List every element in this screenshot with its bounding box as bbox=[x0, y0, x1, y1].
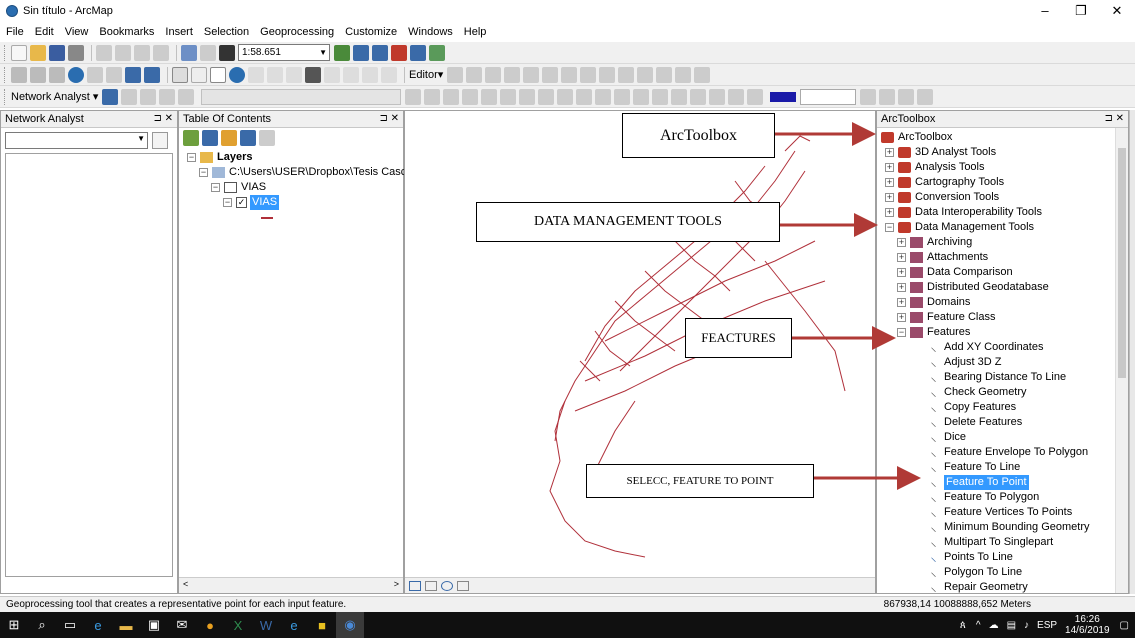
word-icon[interactable]: W bbox=[252, 612, 280, 638]
language-icon: ESP bbox=[1037, 619, 1058, 631]
clock[interactable]: 16:26 14/6/2019 bbox=[1065, 614, 1110, 636]
arcmap-taskbar-icon[interactable]: ◉ bbox=[336, 612, 364, 638]
search-icon[interactable]: ⌕ bbox=[28, 612, 56, 638]
clock-date: 14/6/2019 bbox=[1065, 625, 1110, 636]
annotation-text: ArcToolbox bbox=[659, 127, 738, 144]
sticky-notes-icon[interactable]: ■ bbox=[308, 612, 336, 638]
clock-time: 16:26 bbox=[1074, 614, 1100, 625]
annotation-arctoolbox: ArcToolbox bbox=[622, 113, 775, 158]
edge-icon[interactable]: e bbox=[84, 612, 112, 638]
internet-explorer-icon[interactable]: e bbox=[280, 612, 308, 638]
annotation-arrows bbox=[775, 122, 921, 490]
task-view-icon[interactable]: ▭ bbox=[56, 612, 84, 638]
network-icon[interactable]: ▤ bbox=[1007, 620, 1016, 631]
annotation-feature-to-point: SELECC, FEATURE TO POINT bbox=[586, 464, 814, 498]
people-icon[interactable]: ጰ bbox=[960, 620, 966, 631]
annotation-features: FEACTURES bbox=[685, 318, 792, 358]
chrome-icon[interactable]: ● bbox=[196, 612, 224, 638]
status-coordinates: 867938,14 10088888,652 Meters bbox=[883, 599, 1031, 610]
onedrive-icon[interactable]: ☁ bbox=[989, 620, 999, 631]
system-tray: ጰ ^ ☁ ▤ ♪ ESP 16:26 14/6/2019 ▢ bbox=[960, 612, 1135, 638]
annotation-text: FEACTURES bbox=[701, 330, 776, 345]
tray-expand-icon[interactable]: ^ bbox=[976, 620, 981, 631]
file-explorer-icon[interactable]: ▬ bbox=[112, 612, 140, 638]
volume-icon[interactable]: ♪ bbox=[1024, 620, 1029, 631]
annotation-text: DATA MANAGEMENT TOOLS bbox=[534, 214, 722, 229]
annotation-text: SELECC, FEATURE TO POINT bbox=[626, 475, 774, 487]
notifications-icon[interactable]: ▢ bbox=[1120, 620, 1129, 631]
annotation-data-management: DATA MANAGEMENT TOOLS bbox=[476, 202, 780, 242]
windows-taskbar: ⊞ ⌕ ▭ e ▬ ▣ ✉ ● X W e ■ ◉ ጰ ^ ☁ ▤ ♪ ESP … bbox=[0, 612, 1135, 638]
mail-icon[interactable]: ✉ bbox=[168, 612, 196, 638]
store-icon[interactable]: ▣ bbox=[140, 612, 168, 638]
windows-start-icon[interactable]: ⊞ bbox=[0, 612, 28, 638]
status-message: Geoprocessing tool that creates a repres… bbox=[6, 599, 347, 610]
status-bar: Geoprocessing tool that creates a repres… bbox=[0, 596, 1135, 612]
excel-icon[interactable]: X bbox=[224, 612, 252, 638]
